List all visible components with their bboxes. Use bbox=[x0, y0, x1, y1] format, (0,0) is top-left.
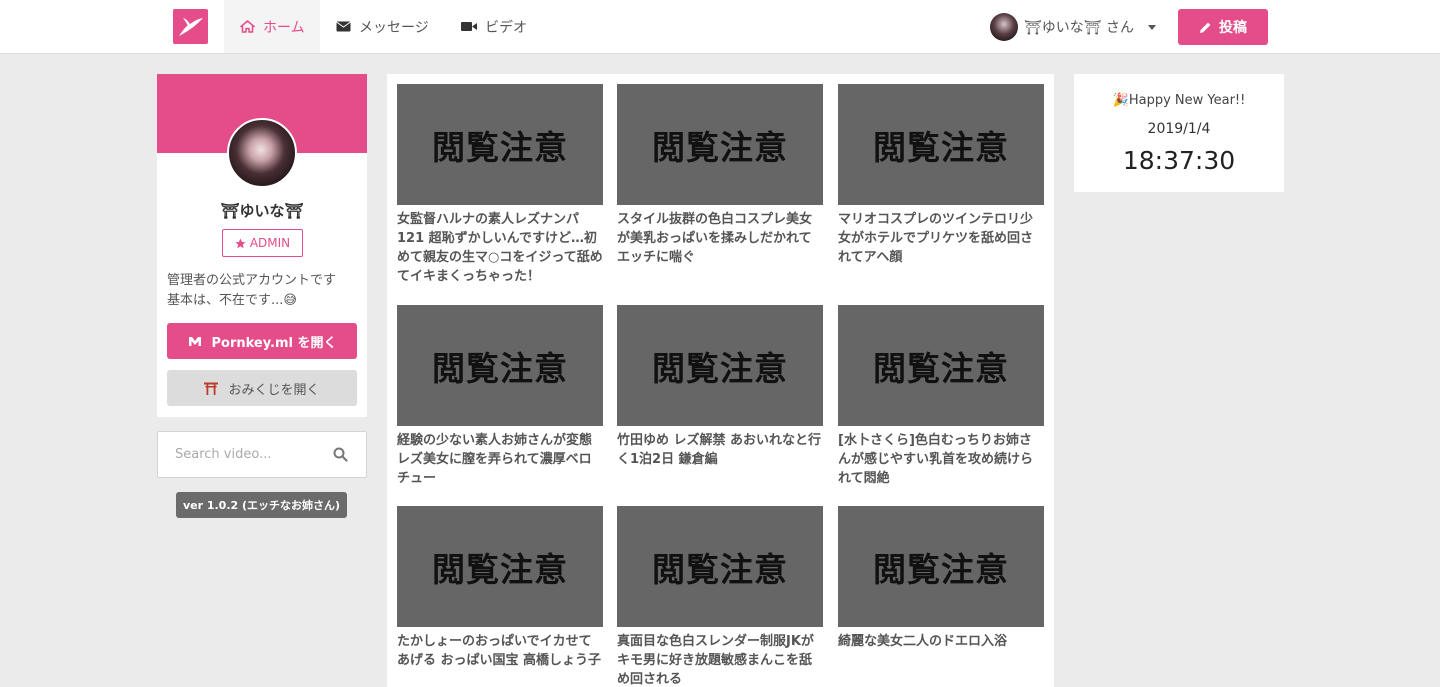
post-button-label: 投稿 bbox=[1219, 20, 1247, 36]
video-thumbnail[interactable]: 閲覧注意 bbox=[397, 84, 603, 205]
video-card[interactable]: 閲覧注意 [水卜さくら]色白むっちりお姉さんが感じやすい乳首を攻め続けられて悶絶 bbox=[838, 305, 1044, 488]
profile-avatar[interactable] bbox=[227, 118, 297, 188]
video-card[interactable]: 閲覧注意 経験の少ない素人お姉さんが変態レズ美女に膣を弄られて濃厚ベロチュー bbox=[397, 305, 603, 488]
greeting-text: 🎉Happy New Year!! bbox=[1112, 93, 1246, 108]
admin-badge-label: ADMIN bbox=[249, 236, 291, 250]
bird-logo-icon bbox=[178, 17, 203, 36]
profile-name: ⛩ゆいな⛩ bbox=[220, 202, 304, 220]
open-pornkey-button[interactable]: Pornkey.ml を開く bbox=[167, 323, 357, 359]
video-title[interactable]: マリオコスプレのツインテロリ少女がホテルでプリケツを舐め回されてアヘ顔 bbox=[838, 210, 1044, 267]
video-thumbnail[interactable]: 閲覧注意 bbox=[838, 84, 1044, 205]
video-card[interactable]: 閲覧注意 綺麗な美女二人のドエロ入浴 bbox=[838, 506, 1044, 651]
video-title[interactable]: たかしょーのおっぱいでイカせてあげる おっぱい国宝 高橋しょう子 bbox=[397, 632, 603, 670]
profile-desc-line1: 管理者の公式アカウントです bbox=[167, 273, 337, 288]
profile-description: 管理者の公式アカウントです 基本は、不在です...😅 bbox=[167, 271, 362, 311]
video-grid: 閲覧注意 女監督ハルナの素人レズナンパ121 超恥ずかしいんですけど…初めて親友… bbox=[387, 74, 1054, 687]
video-thumbnail[interactable]: 閲覧注意 bbox=[397, 506, 603, 627]
video-thumbnail[interactable]: 閲覧注意 bbox=[617, 84, 823, 205]
search-box bbox=[157, 431, 367, 478]
video-title[interactable]: [水卜さくら]色白むっちりお姉さんが感じやすい乳首を攻め続けられて悶絶 bbox=[838, 431, 1044, 488]
envelope-icon bbox=[336, 21, 351, 32]
nav-video-label: ビデオ bbox=[485, 19, 527, 36]
profile-card: ⛩ゆいな⛩ ADMIN 管理者の公式アカウントです 基本は、不在です...😅 P… bbox=[157, 74, 367, 417]
profile-desc-line2: 基本は、不在です...😅 bbox=[167, 293, 297, 308]
search-input[interactable] bbox=[175, 447, 335, 462]
nav-video[interactable]: ビデオ bbox=[461, 0, 527, 53]
mastodon-icon bbox=[188, 336, 201, 346]
search-icon[interactable] bbox=[333, 447, 348, 462]
video-card[interactable]: 閲覧注意 たかしょーのおっぱいでイカせてあげる おっぱい国宝 高橋しょう子 bbox=[397, 506, 603, 670]
video-title[interactable]: 真面目な色白スレンダー制服JKがキモ男に好き放題敏感まんこを舐め回される bbox=[617, 632, 823, 687]
home-icon bbox=[240, 20, 255, 33]
omikuji-button[interactable]: おみくじを開く bbox=[167, 370, 357, 406]
nav-home-label: ホーム bbox=[263, 19, 305, 36]
video-title[interactable]: 竹田ゆめ レズ解禁 あおいれなと行く1泊2日 鎌倉編 bbox=[617, 431, 823, 469]
video-card[interactable]: 閲覧注意 スタイル抜群の色白コスプレ美女が美乳おっぱいを揉みしだかれてエッチに喘… bbox=[617, 84, 823, 267]
video-card[interactable]: 閲覧注意 真面目な色白スレンダー制服JKがキモ男に好き放題敏感まんこを舐め回され… bbox=[617, 506, 823, 687]
date-text: 2019/1/4 bbox=[1147, 121, 1211, 137]
nav-messages-label: メッセージ bbox=[359, 19, 429, 36]
video-camera-icon bbox=[461, 22, 477, 31]
nav-home[interactable]: ホーム bbox=[224, 0, 320, 53]
video-title[interactable]: 綺麗な美女二人のドエロ入浴 bbox=[838, 632, 1044, 651]
post-button[interactable]: 投稿 bbox=[1178, 9, 1268, 45]
logo[interactable] bbox=[173, 9, 208, 44]
video-card[interactable]: 閲覧注意 マリオコスプレのツインテロリ少女がホテルでプリケツを舐め回されてアヘ顔 bbox=[838, 84, 1044, 267]
video-thumbnail[interactable]: 閲覧注意 bbox=[838, 506, 1044, 627]
video-thumbnail[interactable]: 閲覧注意 bbox=[397, 305, 603, 426]
user-name: ⛩ゆいな⛩ さん bbox=[1024, 20, 1134, 36]
nav-messages[interactable]: メッセージ bbox=[336, 0, 429, 53]
video-card[interactable]: 閲覧注意 竹田ゆめ レズ解禁 あおいれなと行く1泊2日 鎌倉編 bbox=[617, 305, 823, 469]
video-thumbnail[interactable]: 閲覧注意 bbox=[617, 506, 823, 627]
video-card[interactable]: 閲覧注意 女監督ハルナの素人レズナンパ121 超恥ずかしいんですけど…初めて親友… bbox=[397, 84, 603, 286]
torii-icon bbox=[204, 382, 219, 395]
video-title[interactable]: 女監督ハルナの素人レズナンパ121 超恥ずかしいんですけど…初めて親友の生マ○コ… bbox=[397, 210, 603, 286]
clock-widget: 🎉Happy New Year!! 2019/1/4 18:37:30 bbox=[1074, 74, 1284, 192]
video-thumbnail[interactable]: 閲覧注意 bbox=[617, 305, 823, 426]
time-text: 18:37:30 bbox=[1122, 146, 1236, 175]
open-pornkey-label: Pornkey.ml を開く bbox=[211, 335, 337, 351]
top-navbar: ホーム メッセージ ビデオ ⛩ゆいな⛩ さん 投稿 bbox=[0, 0, 1440, 54]
video-thumbnail[interactable]: 閲覧注意 bbox=[838, 305, 1044, 426]
avatar bbox=[990, 13, 1018, 41]
chevron-down-icon bbox=[1148, 24, 1156, 30]
admin-badge: ADMIN bbox=[222, 229, 303, 257]
version-badge: ver 1.0.2 (エッチなお姉さん) bbox=[176, 492, 347, 518]
video-title[interactable]: 経験の少ない素人お姉さんが変態レズ美女に膣を弄られて濃厚ベロチュー bbox=[397, 431, 603, 488]
user-menu[interactable]: ⛩ゆいな⛩ さん bbox=[990, 12, 1156, 42]
video-title[interactable]: スタイル抜群の色白コスプレ美女が美乳おっぱいを揉みしだかれてエッチに喘ぐ bbox=[617, 210, 823, 267]
star-icon bbox=[235, 238, 246, 248]
omikuji-label: おみくじを開く bbox=[228, 382, 320, 398]
pencil-icon bbox=[1200, 22, 1211, 33]
